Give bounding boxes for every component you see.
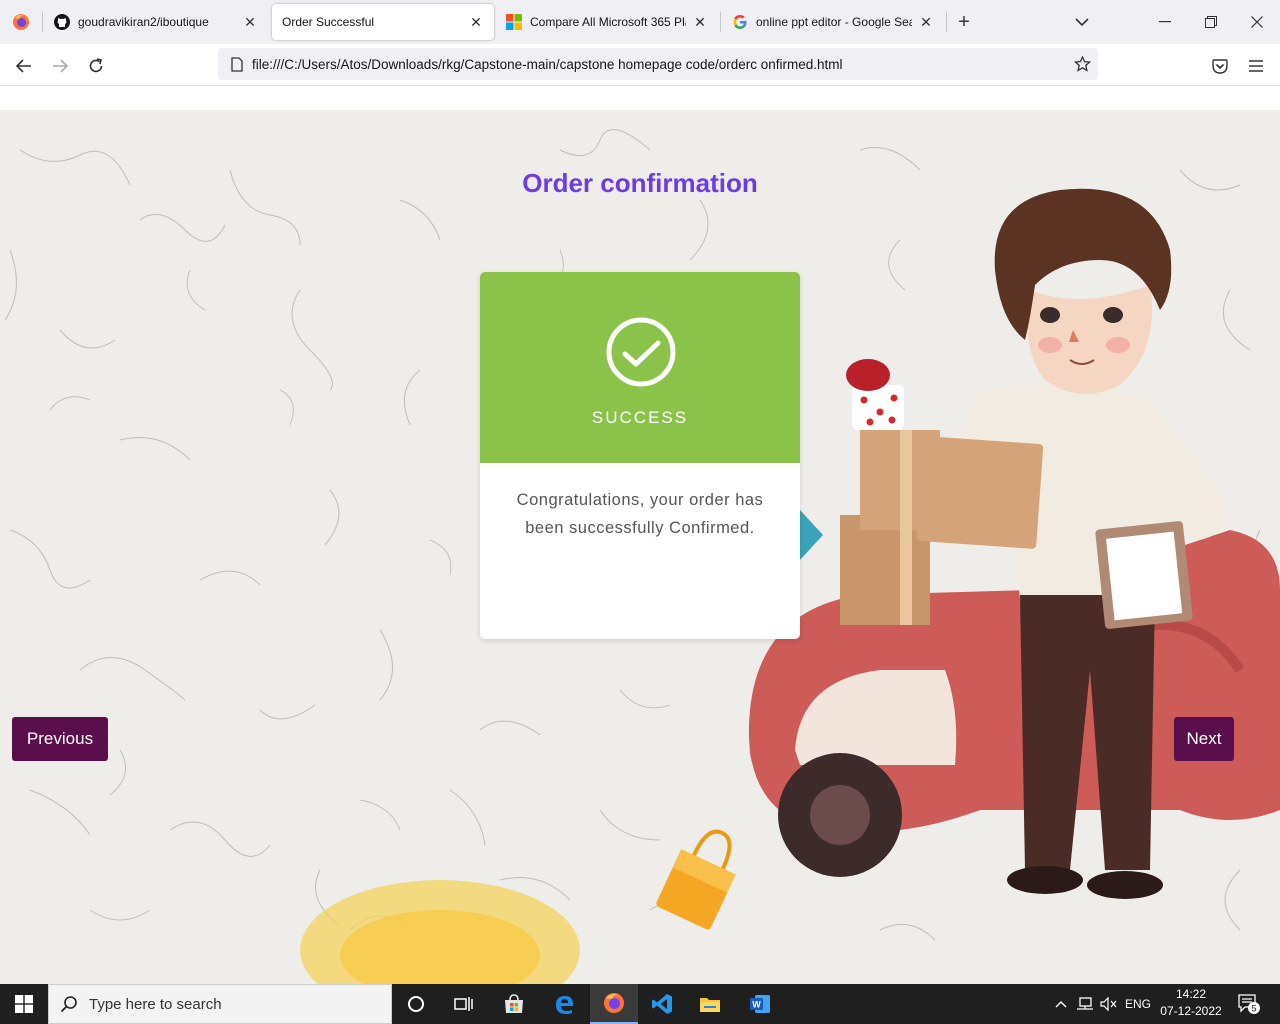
- microsoft-store-icon[interactable]: [490, 984, 538, 1024]
- tab-separator: [720, 12, 721, 32]
- windows-start-icon[interactable]: [0, 984, 48, 1024]
- reload-icon[interactable]: [82, 52, 110, 80]
- tab-title: Compare All Microsoft 365 Plans: [530, 15, 686, 29]
- notification-count: 5: [1251, 1004, 1256, 1014]
- forward-arrow-icon[interactable]: [46, 52, 74, 80]
- close-tab-icon[interactable]: ✕: [692, 14, 708, 31]
- minimize-icon[interactable]: [1150, 8, 1180, 36]
- back-arrow-icon[interactable]: [10, 52, 38, 80]
- microsoft-icon: [506, 14, 522, 30]
- close-tab-icon[interactable]: ✕: [918, 14, 934, 31]
- svg-text:W: W: [752, 1000, 761, 1010]
- tab-title: Order Successful: [282, 15, 375, 29]
- cortana-icon[interactable]: [392, 984, 440, 1024]
- tab-order-successful[interactable]: Order Successful ✕: [272, 4, 494, 40]
- tab-separator: [42, 12, 43, 32]
- paper-texture-background: Order confirmation SUCCESS Congratulatio…: [0, 110, 1280, 984]
- page-icon: [222, 56, 252, 72]
- network-icon[interactable]: [1074, 984, 1096, 1024]
- success-header: SUCCESS: [480, 272, 800, 463]
- confirmation-message: Congratulations, your order has been suc…: [516, 491, 764, 537]
- clock-time: 14:22: [1175, 987, 1207, 1001]
- navigation-toolbar: file:///C:/Users/Atos/Downloads/rkg/Caps…: [0, 44, 1280, 86]
- tab-bar: goudravikiran2/iboutique ✕ Order Success…: [0, 0, 1280, 44]
- url-text[interactable]: file:///C:/Users/Atos/Downloads/rkg/Caps…: [252, 57, 1066, 72]
- search-placeholder: Type here to search: [89, 995, 222, 1013]
- page-title: Order confirmation: [522, 168, 758, 198]
- pocket-icon[interactable]: [1206, 52, 1234, 80]
- hamburger-menu-icon[interactable]: [1242, 52, 1270, 80]
- chevron-down-icon[interactable]: [1070, 10, 1094, 34]
- close-tab-icon[interactable]: ✕: [468, 14, 484, 31]
- success-label: SUCCESS: [591, 408, 689, 427]
- firefox-taskbar-icon[interactable]: [590, 984, 638, 1024]
- bookmark-star-icon[interactable]: [1066, 56, 1098, 72]
- google-icon: [732, 14, 748, 30]
- check-circle-icon: [606, 317, 676, 387]
- system-clock[interactable]: 14:22 07-12-2022: [1156, 986, 1226, 1020]
- page-viewport: Order confirmation SUCCESS Congratulatio…: [0, 87, 1280, 984]
- firefox-menu-icon[interactable]: [0, 0, 42, 44]
- volume-muted-icon[interactable]: [1098, 984, 1120, 1024]
- search-icon: [49, 995, 89, 1013]
- language-indicator[interactable]: ENG: [1122, 984, 1154, 1024]
- word-icon[interactable]: W: [736, 984, 784, 1024]
- tab-separator: [946, 12, 947, 32]
- taskbar-search-input[interactable]: Type here to search: [48, 984, 392, 1024]
- close-tab-icon[interactable]: ✕: [242, 14, 258, 31]
- windows-taskbar: Type here to search W ENG 14:22 07-12-20…: [0, 984, 1280, 1024]
- tab-google[interactable]: online ppt editor - Google Search ✕: [722, 4, 944, 40]
- tab-title: goudravikiran2/iboutique: [78, 15, 209, 29]
- restore-icon[interactable]: [1196, 8, 1226, 36]
- tab-github[interactable]: goudravikiran2/iboutique ✕: [44, 4, 268, 40]
- edge-icon[interactable]: [540, 984, 588, 1024]
- next-button[interactable]: Next: [1174, 717, 1234, 761]
- task-view-icon[interactable]: [440, 984, 488, 1024]
- previous-button[interactable]: Previous: [12, 717, 108, 761]
- file-explorer-icon[interactable]: [686, 984, 734, 1024]
- new-tab-icon[interactable]: +: [952, 10, 976, 34]
- tab-title: online ppt editor - Google Search: [756, 15, 912, 29]
- vscode-icon[interactable]: [638, 984, 686, 1024]
- address-bar[interactable]: file:///C:/Users/Atos/Downloads/rkg/Caps…: [218, 48, 1098, 80]
- github-icon: [54, 14, 70, 30]
- tab-microsoft[interactable]: Compare All Microsoft 365 Plans ✕: [496, 4, 718, 40]
- clock-date: 07-12-2022: [1160, 1004, 1222, 1018]
- show-hidden-icons-chevron-icon[interactable]: [1052, 984, 1070, 1024]
- close-window-icon[interactable]: [1242, 8, 1272, 36]
- notifications-icon[interactable]: 5: [1234, 984, 1264, 1024]
- order-confirmation-card: SUCCESS Congratulations, your order has …: [480, 272, 800, 639]
